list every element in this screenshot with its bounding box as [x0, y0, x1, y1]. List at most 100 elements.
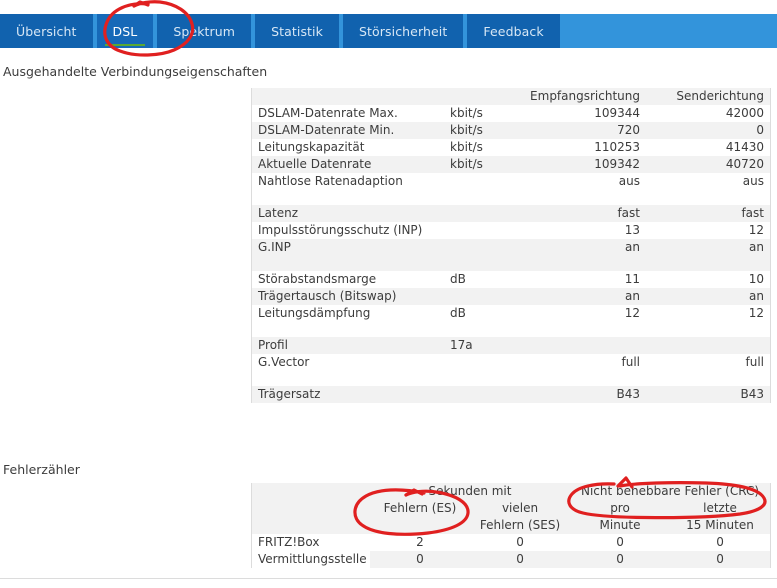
main-tab-bar: Übersicht DSL Spektrum Statistik Störsic…	[0, 14, 777, 48]
error-subheader-15-minuten: 15 Minuten	[670, 517, 771, 534]
cell-property: Nahtlose Ratenadaption	[252, 173, 444, 190]
error-table-row: FRITZ!Box 2 0 0 0	[252, 534, 771, 551]
tab-label: Statistik	[271, 23, 323, 39]
error-sub-header-row-2: Fehlern (SES) Minute 15 Minuten	[252, 517, 771, 534]
tab-label: Übersicht	[16, 23, 77, 39]
spacer-cell	[252, 190, 770, 205]
cell-property: Aktuelle Datenrate	[252, 156, 444, 173]
table-row: Impulsstörungsschutz (INP) 13 12	[252, 222, 770, 239]
cell-senderichtung: an	[646, 239, 770, 256]
spacer-cell	[252, 371, 770, 386]
table-row: Trägertausch (Bitswap) an an	[252, 288, 770, 305]
cell-senderichtung: 12	[646, 222, 770, 239]
spacer-cell	[252, 256, 770, 271]
cell-empfangsrichtung: 11	[522, 271, 646, 288]
cell-empfangsrichtung: 109342	[522, 156, 646, 173]
cell-property: Latenz	[252, 205, 444, 222]
error-table-row: Vermittlungsstelle 0 0 0 0	[252, 551, 771, 568]
cell-unit	[444, 173, 522, 190]
cell-severely-errored-seconds: 0	[470, 534, 571, 551]
arrow-stroke-dsl-icon	[132, 0, 150, 8]
tab-bar-filler	[563, 14, 777, 48]
negotiated-properties-table: Empfangsrichtung Senderichtung DSLAM-Dat…	[252, 88, 770, 403]
error-group-header-row: Sekunden mit Nicht behebbare Fehler (CRC…	[252, 483, 771, 500]
cell-unit: dB	[444, 305, 522, 322]
error-subheader-fehlern-ses: Fehlern (SES)	[470, 517, 571, 534]
cell-empfangsrichtung: fast	[522, 205, 646, 222]
cell-unit: kbit/s	[444, 156, 522, 173]
cell-empfangsrichtung	[522, 337, 646, 354]
cell-senderichtung: 10	[646, 271, 770, 288]
error-subheader-vielen: vielen	[470, 500, 571, 517]
cell-crc-per-minute: 0	[570, 551, 671, 568]
cell-severely-errored-seconds: 0	[470, 551, 571, 568]
spacer-cell	[252, 322, 770, 337]
cell-errored-seconds: 2	[370, 534, 470, 551]
cell-property: Leitungskapazität	[252, 139, 444, 156]
tab-uebersicht[interactable]: Übersicht	[0, 14, 93, 48]
error-header-sekunden-mit: Sekunden mit	[370, 483, 571, 500]
error-subheader-pro: pro	[570, 500, 671, 517]
cell-property: Trägertausch (Bitswap)	[252, 288, 444, 305]
error-table-body: FRITZ!Box 2 0 0 0 Vermittlungsstelle 0 0 0 0	[252, 534, 771, 568]
cell-senderichtung: fast	[646, 205, 770, 222]
cell-property: Impulsstörungsschutz (INP)	[252, 222, 444, 239]
table-row: Leitungskapazität kbit/s 110253 41430	[252, 139, 770, 156]
cell-senderichtung: 12	[646, 305, 770, 322]
cell-unit	[444, 239, 522, 256]
cell-senderichtung: B43	[646, 386, 770, 403]
table-row: Nahtlose Ratenadaption aus aus	[252, 173, 770, 190]
cell-empfangsrichtung: an	[522, 239, 646, 256]
section-title-fehlerzaehler: Fehlerzähler	[3, 462, 80, 477]
cell-property: Störabstandsmarge	[252, 271, 444, 288]
table-row: DSLAM-Datenrate Max. kbit/s 109344 42000	[252, 105, 770, 122]
tab-label: DSL	[112, 23, 138, 39]
tab-spektrum[interactable]: Spektrum	[157, 14, 252, 48]
tab-stoersicherheit[interactable]: Störsicherheit	[342, 14, 464, 48]
cell-errored-seconds: 0	[370, 551, 470, 568]
cell-empfangsrichtung: 720	[522, 122, 646, 139]
error-subheader-letzte: letzte	[670, 500, 771, 517]
header-property	[252, 88, 444, 105]
tab-label: Feedback	[483, 23, 544, 39]
error-counter-table: Sekunden mit Nicht behebbare Fehler (CRC…	[252, 483, 771, 568]
active-tab-underline	[104, 44, 146, 46]
cell-empfangsrichtung: 13	[522, 222, 646, 239]
cell-unit: kbit/s	[444, 122, 522, 139]
table-spacer-row	[252, 322, 770, 337]
cell-senderichtung: 0	[646, 122, 770, 139]
cell-empfangsrichtung: B43	[522, 386, 646, 403]
header-unit	[444, 88, 522, 105]
error-counter-panel: Sekunden mit Nicht behebbare Fehler (CRC…	[251, 483, 771, 568]
tab-statistik[interactable]: Statistik	[255, 14, 339, 48]
cell-unit	[444, 222, 522, 239]
table-row: Trägersatz B43 B43	[252, 386, 770, 403]
table-spacer-row	[252, 371, 770, 386]
cell-empfangsrichtung: aus	[522, 173, 646, 190]
cell-property: DSLAM-Datenrate Max.	[252, 105, 444, 122]
table-row: G.INP an an	[252, 239, 770, 256]
section-title-negotiated: Ausgehandelte Verbindungseigenschaften	[3, 64, 268, 79]
header-empfangsrichtung: Empfangsrichtung	[522, 88, 646, 105]
cell-senderichtung: 41430	[646, 139, 770, 156]
tab-feedback[interactable]: Feedback	[467, 14, 560, 48]
cell-crc-per-minute: 0	[570, 534, 671, 551]
cell-senderichtung: aus	[646, 173, 770, 190]
cell-property: G.Vector	[252, 354, 444, 371]
error-header-spacer	[252, 483, 370, 500]
cell-crc-last-15-minutes: 0	[670, 551, 771, 568]
cell-unit: kbit/s	[444, 105, 522, 122]
cell-senderichtung: 42000	[646, 105, 770, 122]
cell-property: Profil	[252, 337, 444, 354]
tab-dsl[interactable]: DSL	[96, 14, 154, 48]
cell-property: DSLAM-Datenrate Min.	[252, 122, 444, 139]
cell-unit: kbit/s	[444, 139, 522, 156]
cell-unit	[444, 354, 522, 371]
tab-label: Störsicherheit	[358, 23, 448, 39]
negotiated-properties-panel: Empfangsrichtung Senderichtung DSLAM-Dat…	[251, 88, 771, 403]
error-sub-header-row-1: Fehlern (ES) vielen pro letzte	[252, 500, 771, 517]
table-spacer-row	[252, 256, 770, 271]
cell-unit	[444, 386, 522, 403]
cell-unit: 17a	[444, 337, 522, 354]
table-row: Latenz fast fast	[252, 205, 770, 222]
